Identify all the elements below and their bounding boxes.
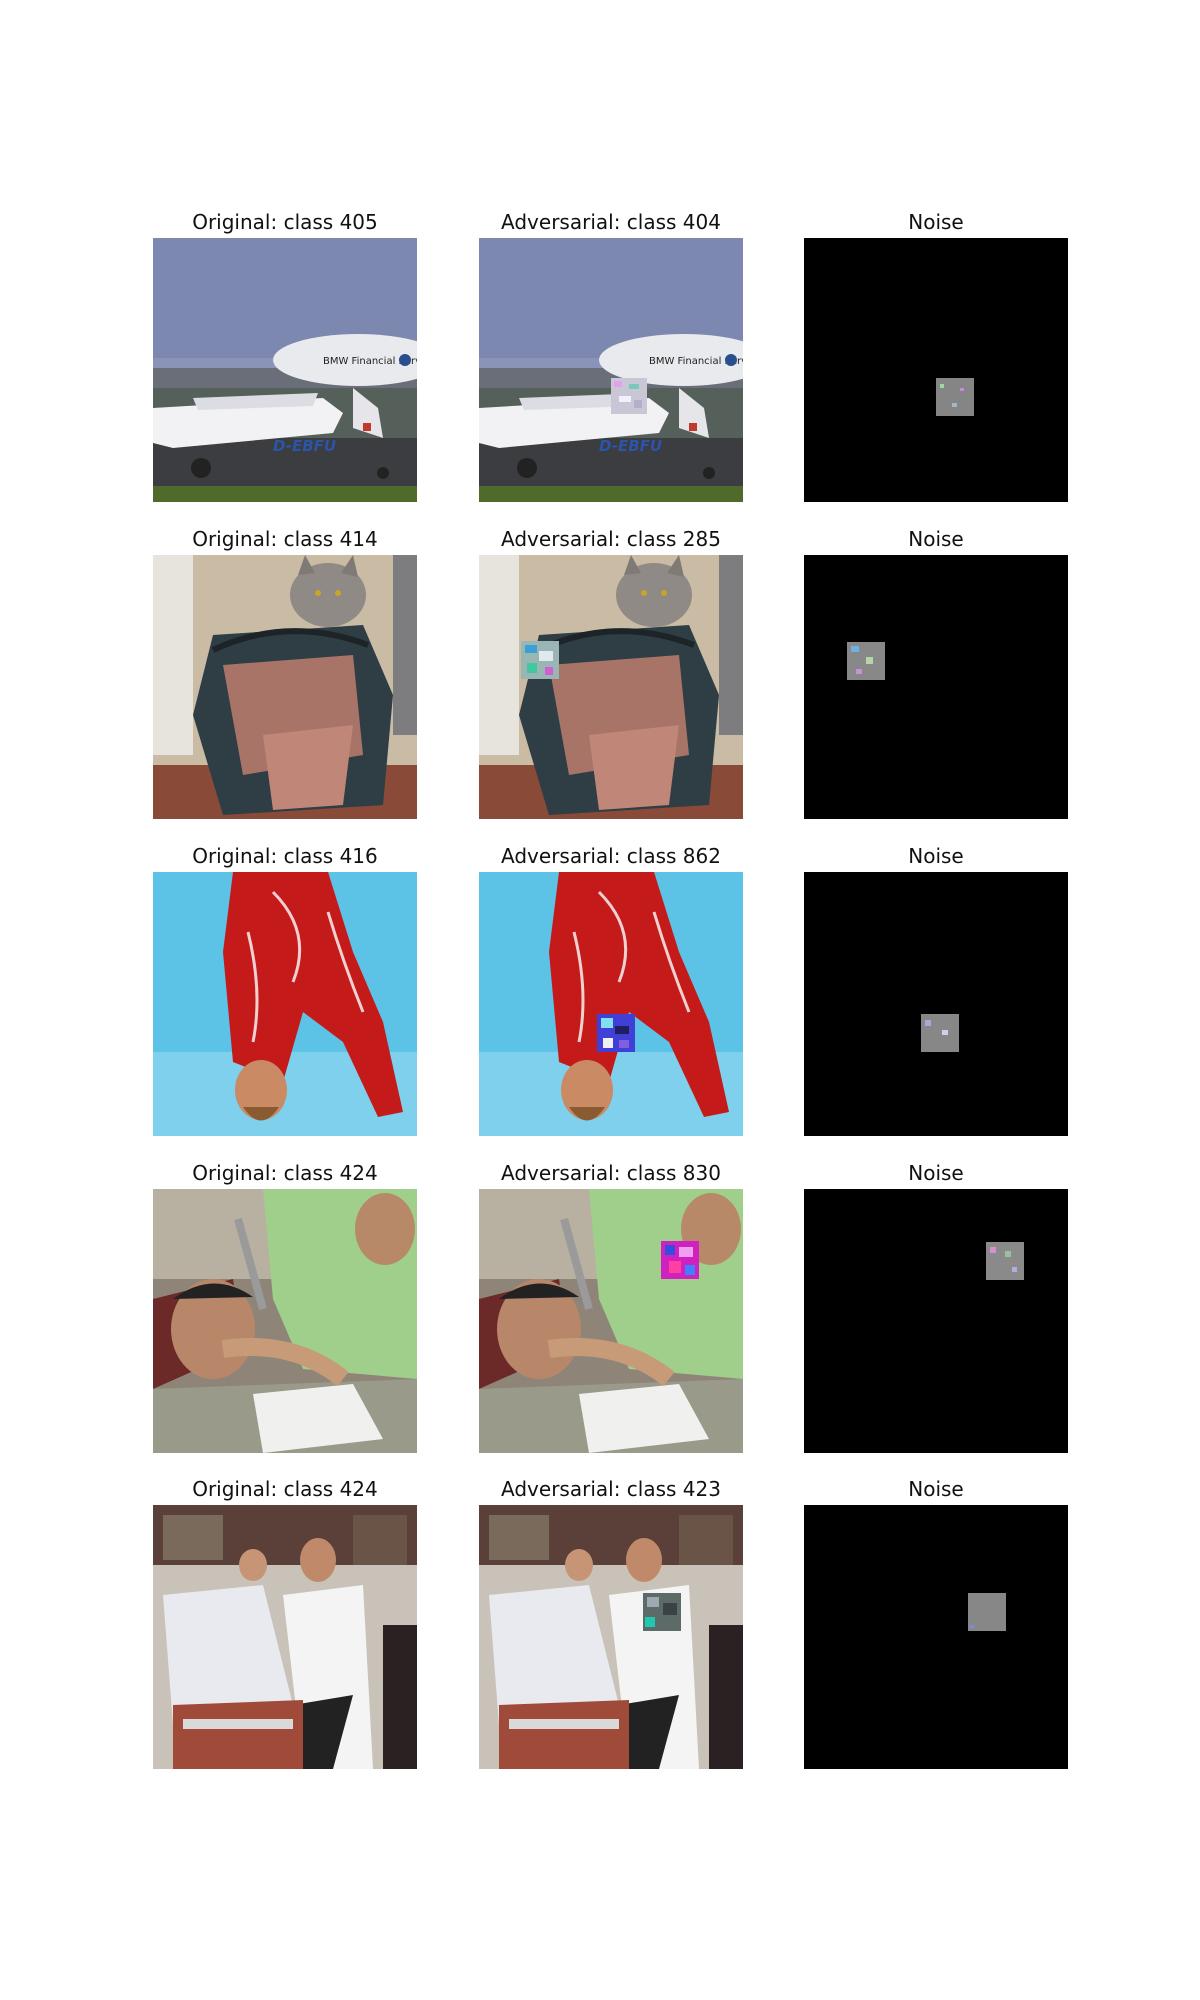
row2-original-title: Original: class 414 (192, 527, 378, 551)
row1-noise-title: Noise (908, 210, 964, 234)
row1-adversarial-title: Adversarial: class 404 (501, 210, 721, 234)
row1-noise-image (804, 238, 1068, 502)
barbershop-interior-image (153, 1505, 417, 1769)
row5-original-title: Original: class 424 (192, 1477, 378, 1501)
noise-map (804, 238, 1068, 502)
row5-adversarial-image (479, 1505, 743, 1769)
row2-adversarial-title: Adversarial: class 285 (501, 527, 721, 551)
barber-shave-image (153, 1189, 417, 1453)
row3-adversarial-title: Adversarial: class 862 (501, 844, 721, 868)
row1-original-image: BMW Financial Services D-EBFU (153, 238, 417, 502)
row4-adversarial-title: Adversarial: class 830 (501, 1161, 721, 1185)
row2-adversarial-image (479, 555, 743, 819)
row4-adversarial-image (479, 1189, 743, 1453)
row4-original-title: Original: class 424 (192, 1161, 378, 1185)
cat-on-backpack-image (153, 555, 417, 819)
adversarial-patch (611, 378, 647, 414)
row3-noise-image (804, 872, 1068, 1136)
row3-adversarial-image (479, 872, 743, 1136)
row1-adversarial-plane-text: D-EBFU (599, 437, 662, 455)
row4-original-image (153, 1189, 417, 1453)
row4-noise-image (804, 1189, 1068, 1453)
barber-shave-image (479, 1189, 743, 1453)
row2-noise-image (804, 555, 1068, 819)
barbershop-interior-image (479, 1505, 743, 1769)
row5-original-image (153, 1505, 417, 1769)
row2-noise-title: Noise (908, 527, 964, 551)
row4-noise-title: Noise (908, 1161, 964, 1185)
gymnast-red-leotard-image (479, 872, 743, 1136)
row3-original-title: Original: class 416 (192, 844, 378, 868)
adversarial-patch (661, 1241, 699, 1279)
row5-noise-image (804, 1505, 1068, 1769)
row1-adversarial-image: BMW Financial Services D-EBFU (479, 238, 743, 502)
airship-airfield-image: BMW Financial Services D-EBFU (153, 238, 417, 502)
row1-original-title: Original: class 405 (192, 210, 378, 234)
row5-noise-title: Noise (908, 1477, 964, 1501)
noise-patch (936, 378, 974, 416)
row3-noise-title: Noise (908, 844, 964, 868)
noise-patch (921, 1014, 959, 1052)
adversarial-patch (521, 641, 559, 679)
adversarial-patch (643, 1593, 681, 1631)
row2-original-image (153, 555, 417, 819)
noise-map (804, 1505, 1068, 1769)
airship-airfield-image: BMW Financial Services D-EBFU (479, 238, 743, 502)
adversarial-examples-figure: Original: class 405 BMW Financial Servic… (0, 0, 1200, 2000)
row5-adversarial-title: Adversarial: class 423 (501, 1477, 721, 1501)
row1-original-plane-text: D-EBFU (273, 437, 336, 455)
gymnast-red-leotard-image (153, 872, 417, 1136)
noise-map (804, 555, 1068, 819)
row3-original-image (153, 872, 417, 1136)
noise-map (804, 1189, 1068, 1453)
adversarial-patch (597, 1014, 635, 1052)
cat-on-backpack-image (479, 555, 743, 819)
noise-map (804, 872, 1068, 1136)
